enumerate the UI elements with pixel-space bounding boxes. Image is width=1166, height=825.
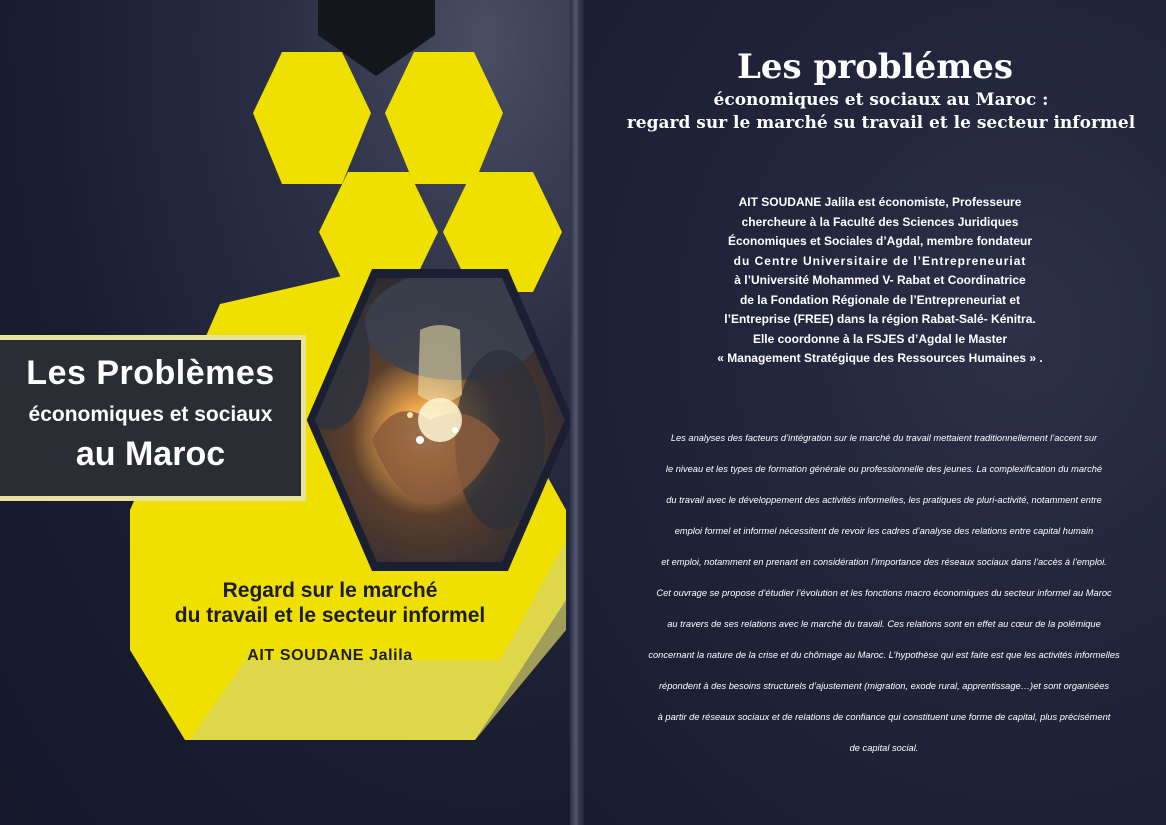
back-subtitle: économiques et sociaux au Maroc : regard… [590, 89, 1166, 135]
bio-line: l’Entreprise (FREE) dans la région Rabat… [724, 312, 1036, 326]
bio-line: à l’Université Mohammed V- Rabat et Coor… [734, 273, 1026, 287]
cover-title-line1: Les Problèmes [26, 354, 275, 392]
bio-line: de la Fondation Régionale de l’Entrepren… [739, 292, 1021, 307]
summary-line: Cet ouvrage se propose d’étudier l’évolu… [656, 588, 1112, 598]
cover-subtitle-line2: du travail et le secteur informel [174, 604, 486, 627]
summary-line: du travail avec le développement des act… [666, 495, 1102, 505]
summary-line: concernant la nature de la crise et du c… [648, 650, 1120, 660]
book-summary: Les analyses des facteurs d’intégration … [620, 431, 1148, 772]
bio-line: « Management Stratégique des Ressources … [717, 351, 1043, 365]
summary-line: Les analyses des facteurs d’intégration … [670, 433, 1098, 443]
cover-author: AIT SOUDANE Jalila [247, 647, 413, 664]
cover-subtitle: Regard sur le marché du travail et le se… [140, 578, 520, 628]
summary-line: emploi formel et informel nécessitent de… [674, 526, 1094, 536]
bio-line: chercheure à la Faculté des Sciences Jur… [741, 214, 1019, 229]
cover-subtitle-line1: Regard sur le marché [222, 579, 438, 602]
author-bio: AIT SOUDANE Jalila est économiste, Profe… [680, 193, 1080, 369]
bio-line: Économiques et Sociales d’Agdal, membre … [727, 234, 1033, 248]
book-spine [570, 0, 584, 825]
summary-line: répondent à des besoins structurels d’aj… [658, 681, 1110, 691]
back-subtitle-line2: regard sur le marché su travail et le se… [626, 113, 1136, 133]
cover-title-line2: économiques et sociaux [28, 403, 273, 426]
bio-line: AIT SOUDANE Jalila est économiste, Profe… [738, 195, 1022, 209]
yellow-hexagon [385, 52, 503, 184]
yellow-hexagon [253, 52, 371, 184]
summary-line: le niveau et les types de formation géné… [665, 464, 1103, 474]
summary-line: de capital social. [849, 743, 919, 753]
summary-line: à partir de réseaux sociaux et de relati… [657, 712, 1111, 722]
bio-line: Elle coordonne à la FSJES d’Agdal le Mas… [752, 331, 1008, 346]
back-title: Les problémes [737, 47, 1013, 87]
front-cover: Les Problèmes économiques et sociaux au … [0, 0, 570, 825]
back-subtitle-line1: économiques et sociaux au Maroc : [713, 90, 1049, 110]
cover-title-box: Les Problèmes économiques et sociaux au … [0, 335, 306, 501]
bio-line: du Centre Universitaire de l’Entrepreneu… [733, 253, 1027, 268]
cover-title-line3: au Maroc [75, 435, 226, 473]
summary-line: et emploi, notamment en prenant en consi… [661, 557, 1107, 567]
summary-line: au travers de ses relations avec le marc… [667, 619, 1101, 629]
